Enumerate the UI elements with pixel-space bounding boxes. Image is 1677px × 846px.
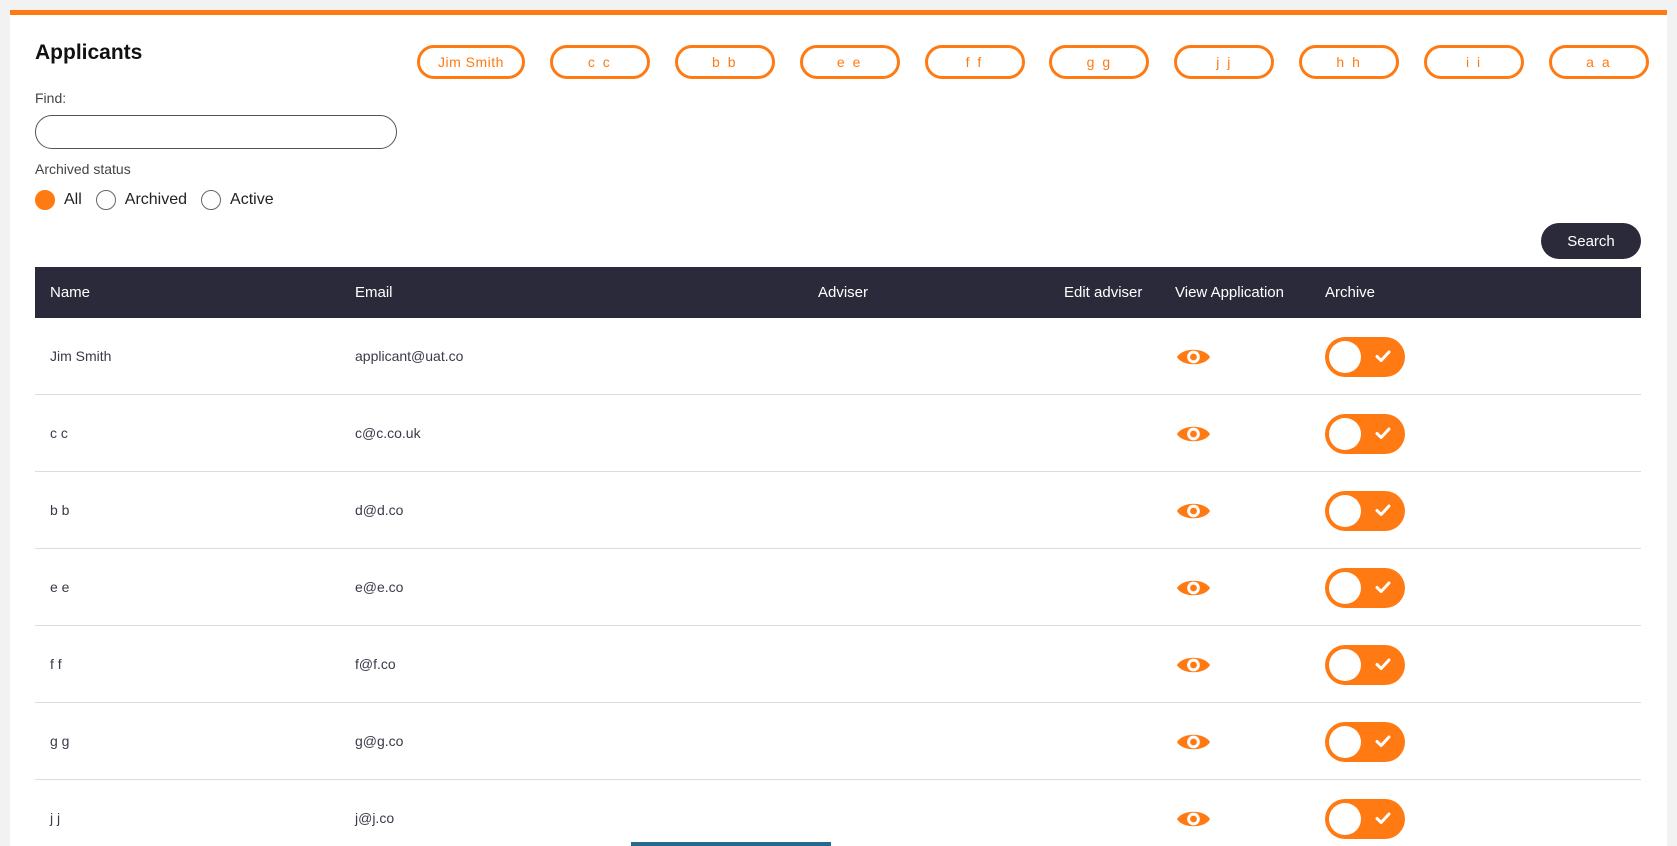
- radio-all[interactable]: All: [35, 190, 82, 210]
- view-application-eye-icon[interactable]: [1175, 575, 1212, 601]
- cell-email: d@d.co: [355, 502, 404, 518]
- table-row: b b d@d.co: [35, 472, 1641, 549]
- radio-active-indicator[interactable]: [201, 190, 222, 210]
- toggle-knob: [1329, 341, 1361, 373]
- toggle-knob: [1329, 495, 1361, 527]
- table-row: e e e@e.co: [35, 549, 1641, 626]
- toggle-knob: [1329, 649, 1361, 681]
- archive-toggle[interactable]: [1325, 491, 1405, 531]
- radio-archived-label: Archived: [124, 191, 188, 208]
- radio-all-indicator[interactable]: [35, 190, 55, 210]
- pill-b-b[interactable]: b b: [674, 45, 775, 79]
- table-row: c c c@c.co.uk: [35, 395, 1641, 472]
- check-icon: [1373, 577, 1393, 597]
- cell-name: Jim Smith: [50, 348, 112, 364]
- pill-j-j[interactable]: j j: [1174, 45, 1275, 79]
- archive-toggle[interactable]: [1325, 568, 1405, 608]
- cell-email: c@c.co.uk: [355, 425, 421, 441]
- page-title: Applicants: [35, 41, 143, 64]
- table-body: Jim Smith applicant@uat.co c c c@c.co.uk b b…: [35, 318, 1641, 846]
- archived-status-radio-group: All Archived Active: [35, 190, 288, 210]
- archived-status-label: Archived status: [35, 161, 131, 177]
- table-row: f f f@f.co: [35, 626, 1641, 703]
- footer-button[interactable]: [631, 842, 831, 846]
- table-row: j j j@j.co: [35, 780, 1641, 846]
- cell-email: e@e.co: [355, 579, 404, 595]
- toggle-knob: [1329, 726, 1361, 758]
- check-icon: [1373, 346, 1393, 366]
- cell-email: f@f.co: [355, 656, 396, 672]
- cell-name: f f: [50, 656, 62, 672]
- toggle-knob: [1329, 572, 1361, 604]
- pill-c-c[interactable]: c c: [549, 45, 650, 79]
- radio-active[interactable]: Active: [201, 190, 274, 210]
- header-email: Email: [355, 284, 393, 301]
- check-icon: [1373, 731, 1393, 751]
- check-icon: [1373, 808, 1393, 828]
- archive-toggle[interactable]: [1325, 337, 1405, 377]
- archive-toggle[interactable]: [1325, 722, 1405, 762]
- applicant-pills: Jim Smith c c b b e e f f g g j j h h i …: [417, 45, 1649, 79]
- search-button[interactable]: Search: [1541, 223, 1641, 259]
- pill-e-e[interactable]: e e: [799, 45, 900, 79]
- view-application-eye-icon[interactable]: [1175, 421, 1212, 447]
- cell-email: applicant@uat.co: [355, 348, 464, 364]
- find-input[interactable]: [35, 115, 397, 149]
- toggle-knob: [1329, 418, 1361, 450]
- table-row: g g g@g.co: [35, 703, 1641, 780]
- check-icon: [1373, 500, 1393, 520]
- cell-name: e e: [50, 579, 70, 595]
- cell-name: c c: [50, 425, 68, 441]
- cell-name: g g: [50, 733, 70, 749]
- view-application-eye-icon[interactable]: [1175, 344, 1212, 370]
- cell-email: g@g.co: [355, 733, 404, 749]
- radio-archived[interactable]: Archived: [95, 190, 188, 210]
- cell-email: j@j.co: [355, 810, 395, 826]
- check-icon: [1373, 423, 1393, 443]
- pill-g-g[interactable]: g g: [1049, 45, 1150, 79]
- header-view-application: View Application: [1175, 284, 1284, 301]
- table-row: Jim Smith applicant@uat.co: [35, 318, 1641, 395]
- applicants-table: Name Email Adviser Edit adviser View App…: [35, 267, 1641, 846]
- cell-name: j j: [50, 810, 61, 826]
- pill-i-i[interactable]: i i: [1424, 45, 1524, 79]
- find-label: Find:: [35, 90, 67, 106]
- view-application-eye-icon[interactable]: [1175, 729, 1212, 755]
- radio-active-label: Active: [230, 191, 274, 208]
- archive-toggle[interactable]: [1325, 799, 1405, 839]
- view-application-eye-icon[interactable]: [1175, 806, 1212, 832]
- radio-all-label: All: [64, 191, 82, 208]
- header-adviser: Adviser: [818, 284, 869, 301]
- pill-a-a[interactable]: a a: [1548, 45, 1649, 79]
- pill-h-h[interactable]: h h: [1299, 45, 1400, 79]
- pill-jim-smith[interactable]: Jim Smith: [417, 45, 525, 79]
- archive-toggle[interactable]: [1325, 414, 1405, 454]
- view-application-eye-icon[interactable]: [1175, 498, 1212, 524]
- view-application-eye-icon[interactable]: [1175, 652, 1212, 678]
- archive-toggle[interactable]: [1325, 645, 1405, 685]
- header-name: Name: [50, 284, 91, 301]
- cell-name: b b: [50, 502, 70, 518]
- toggle-knob: [1329, 803, 1361, 835]
- radio-archived-indicator[interactable]: [95, 190, 116, 210]
- header-archive: Archive: [1325, 284, 1376, 301]
- check-icon: [1373, 654, 1393, 674]
- pill-f-f[interactable]: f f: [924, 45, 1025, 79]
- table-header: Name Email Adviser Edit adviser View App…: [35, 267, 1641, 318]
- applicants-panel: Applicants Jim Smith c c b b e e f f g g…: [10, 10, 1667, 846]
- header-edit-adviser: Edit adviser: [1064, 284, 1143, 301]
